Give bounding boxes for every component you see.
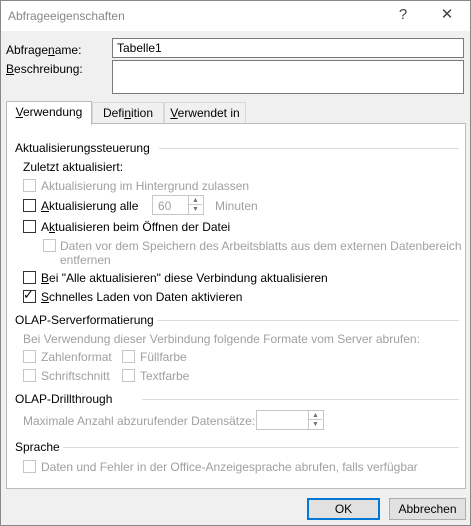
spinner-buttons: ▲ ▼	[188, 196, 203, 214]
olap-format-group-title: OLAP-Serverformatierung	[15, 313, 154, 327]
remove-data-checkbox[interactable]	[43, 239, 56, 252]
number-format-label: Zahlenformat	[41, 350, 112, 364]
fill-color-label: Füllfarbe	[140, 350, 187, 364]
close-icon[interactable]: ✕	[437, 6, 457, 24]
refresh-all-label: Bei "Alle aktualisieren" diese Verbindun…	[41, 271, 328, 285]
fill-color-checkbox[interactable]	[122, 350, 135, 363]
tab-verwendung[interactable]: Verwendung	[6, 101, 92, 125]
name-label: Abfragename:	[6, 43, 82, 57]
background-refresh-label: Aktualisierung im Hintergrund zulassen	[41, 179, 250, 193]
refresh-all-checkbox[interactable]	[23, 271, 36, 284]
spin-up-icon[interactable]: ▲	[189, 196, 202, 205]
max-records-label: Maximale Anzahl abzurufender Datensätze:	[23, 414, 256, 428]
group-divider	[142, 399, 459, 400]
checkmark-icon: ✓	[23, 287, 34, 302]
description-input[interactable]	[112, 60, 464, 94]
remove-data-label-line1: Daten vor dem Speichern des Arbeitsblatt…	[60, 239, 462, 253]
refresh-group-title: Aktualisierungssteuerung	[15, 141, 150, 155]
spin-down-icon[interactable]: ▼	[309, 420, 322, 429]
last-updated-label: Zuletzt aktualisiert:	[23, 160, 124, 174]
fast-load-label: Schnelles Laden von Daten aktivieren	[41, 290, 243, 304]
tab-verwendet-in[interactable]: Verwendet in	[164, 102, 246, 124]
description-label: Beschreibung:	[6, 62, 83, 76]
window-title: Abfrageeigenschaften	[8, 9, 125, 23]
olap-format-description: Bei Verwendung dieser Verbindung folgend…	[23, 332, 420, 346]
title-bar: Abfrageeigenschaften ? ✕	[1, 1, 470, 31]
tab-definition[interactable]: Definition	[92, 102, 164, 124]
number-format-checkbox[interactable]	[23, 350, 36, 363]
text-color-label: Textfarbe	[140, 369, 190, 383]
group-divider	[63, 447, 459, 448]
cancel-button[interactable]: Abbrechen	[389, 498, 466, 520]
remove-data-label-line2: entfernen	[60, 253, 111, 267]
dialog-window: Abfrageeigenschaften ? ✕ Abfragename: Ta…	[0, 0, 471, 526]
language-group-title: Sprache	[15, 440, 60, 454]
spin-down-icon[interactable]: ▼	[189, 205, 202, 214]
text-color-checkbox[interactable]	[122, 369, 135, 382]
refresh-every-checkbox[interactable]	[23, 199, 36, 212]
max-records-spinner[interactable]: ▲ ▼	[256, 410, 324, 430]
refresh-on-open-label: Aktualisieren beim Öffnen der Datei	[41, 220, 231, 234]
fast-load-checkbox[interactable]: ✓	[23, 287, 36, 303]
office-language-checkbox[interactable]	[23, 460, 36, 473]
olap-drill-group-title: OLAP-Drillthrough	[15, 392, 113, 406]
refresh-every-label: Aktualisierung alle	[41, 199, 139, 213]
name-input[interactable]: Tabelle1	[112, 38, 464, 58]
group-divider	[157, 320, 459, 321]
refresh-on-open-checkbox[interactable]	[23, 220, 36, 233]
spin-up-icon[interactable]: ▲	[309, 411, 322, 420]
background-refresh-checkbox[interactable]	[23, 179, 36, 192]
minutes-label: Minuten	[215, 199, 258, 213]
refresh-minutes-spinner[interactable]: 60 ▲ ▼	[152, 195, 204, 215]
font-style-checkbox[interactable]	[23, 369, 36, 382]
refresh-minutes-value: 60	[158, 199, 172, 213]
font-style-label: Schriftschnitt	[41, 369, 110, 383]
help-button[interactable]: ?	[393, 6, 413, 24]
office-language-label: Daten und Fehler in der Office-Anzeigesp…	[41, 460, 418, 474]
tab-panel-verwendung: Aktualisierungssteuerung Zuletzt aktuali…	[6, 123, 466, 489]
spinner-buttons: ▲ ▼	[308, 411, 323, 429]
ok-button[interactable]: OK	[307, 498, 380, 520]
group-divider	[159, 148, 459, 149]
